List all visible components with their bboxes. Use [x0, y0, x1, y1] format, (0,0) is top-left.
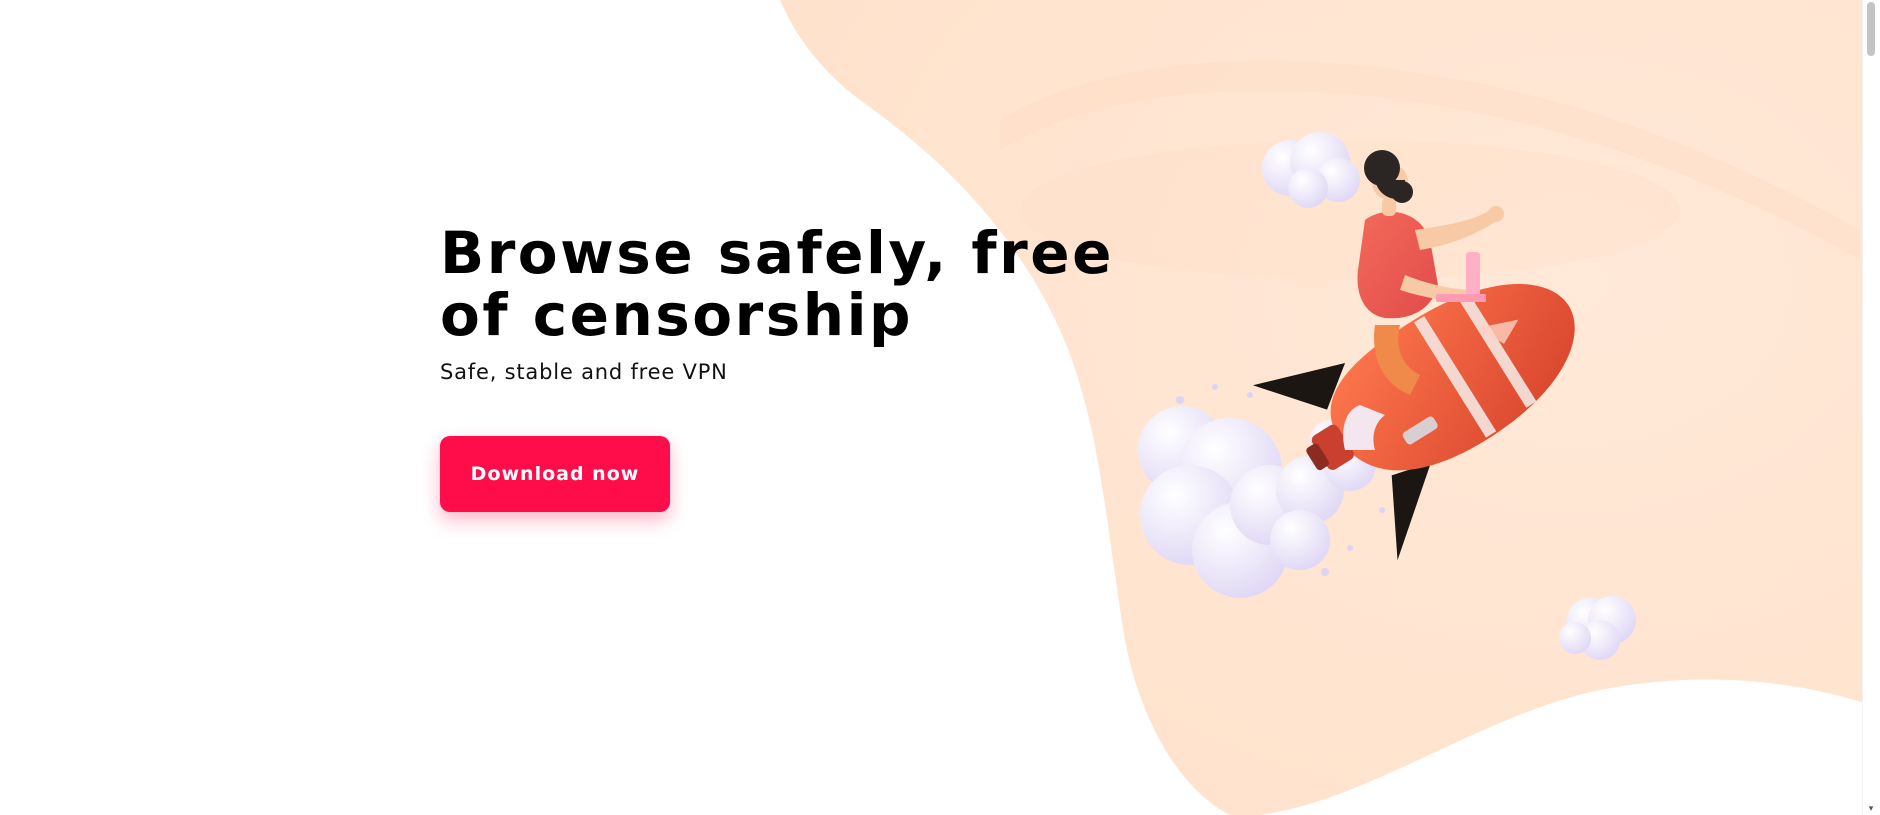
scroll-down-arrow-icon[interactable]: ▾ — [1865, 803, 1877, 815]
cloud-icon — [1262, 132, 1360, 208]
page-title: Browse safely, free of censorship — [440, 219, 1114, 349]
rocket-illustration — [1138, 132, 1636, 660]
cloud-icon — [1559, 596, 1636, 660]
hero-content: Browse safely, free of censorship Safe, … — [440, 222, 1200, 512]
hero-section: Browse safely, free of censorship Safe, … — [0, 0, 1880, 815]
download-now-button[interactable]: Download now — [440, 436, 670, 512]
vertical-scrollbar[interactable]: ▾ — [1862, 0, 1880, 815]
scrollbar-thumb[interactable] — [1867, 2, 1875, 56]
hero-subtitle: Safe, stable and free VPN — [440, 360, 728, 384]
